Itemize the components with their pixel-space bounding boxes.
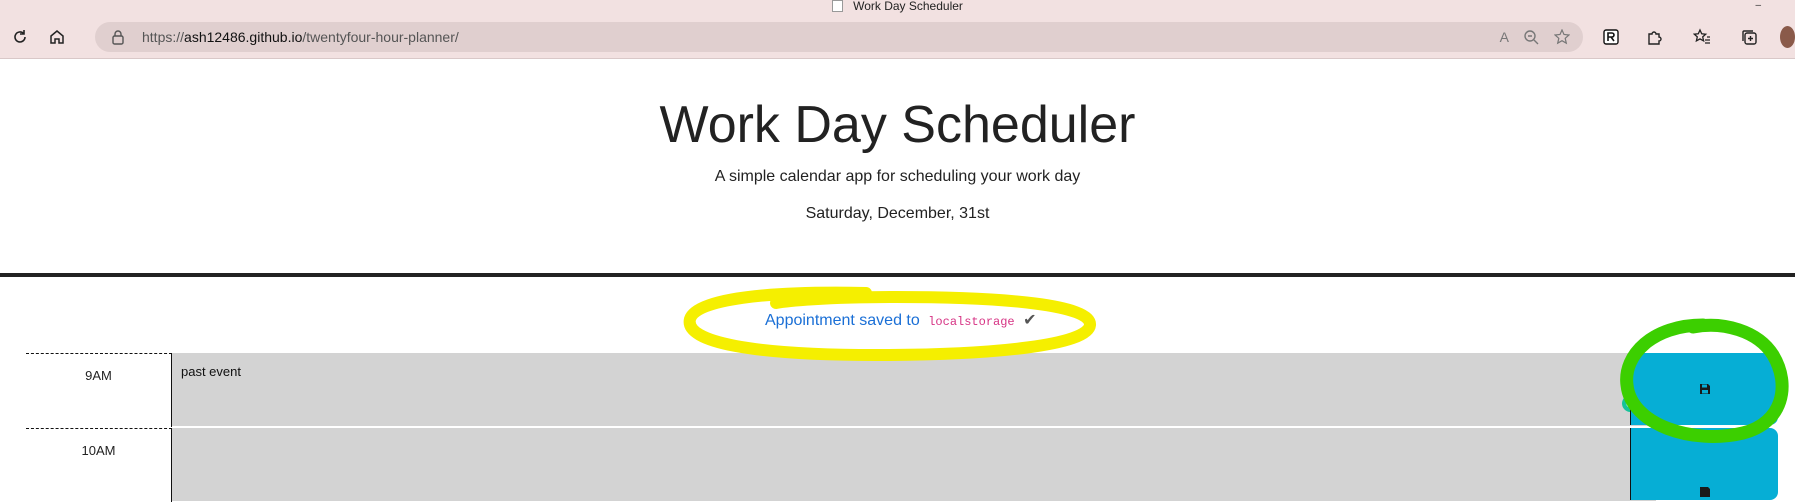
url-text: https://ash12486.github.io/twentyfour-ho…	[142, 29, 459, 45]
hour-label: 10AM	[26, 428, 172, 502]
r-extension-icon	[1603, 29, 1619, 45]
collections-icon	[1742, 30, 1757, 45]
minimize-button[interactable]: –	[1755, 0, 1761, 11]
hour-label: 9AM	[26, 353, 172, 427]
extensions-button[interactable]	[1642, 25, 1666, 49]
favorites-button[interactable]	[1690, 25, 1714, 49]
check-icon: ✔	[1023, 312, 1037, 329]
time-block-row: 10AM	[26, 428, 1778, 502]
event-text: past event	[181, 364, 241, 379]
favorites-icon	[1693, 28, 1710, 44]
save-button[interactable]	[1630, 353, 1778, 425]
page-lead: A simple calendar app for scheduling you…	[714, 168, 1081, 185]
url-path: /twentyfour-hour-planner/	[302, 29, 459, 45]
floppy-disk-icon	[1699, 487, 1710, 497]
home-icon	[50, 30, 64, 44]
page-header: Work Day Scheduler A simple calendar app…	[0, 60, 1795, 277]
favorite-add-icon[interactable]	[1553, 28, 1571, 48]
collections-button[interactable]	[1737, 25, 1761, 49]
url-prefix: https://	[142, 29, 185, 45]
saved-notice-code: localstorage	[928, 315, 1015, 329]
address-bar[interactable]: https://ash12486.github.io/twentyfour-ho…	[95, 22, 1583, 52]
window-title: Work Day Scheduler	[0, 0, 1795, 12]
refresh-icon	[14, 30, 26, 43]
floppy-disk-icon	[1699, 384, 1710, 394]
page-title: Work Day Scheduler	[659, 96, 1136, 154]
avatar	[1780, 26, 1795, 48]
profile-button[interactable]	[1780, 25, 1795, 49]
url-host: ash12486.github.io	[184, 29, 303, 45]
home-button[interactable]	[45, 25, 69, 49]
event-textarea[interactable]	[172, 428, 1656, 502]
event-textarea[interactable]: past event	[172, 353, 1656, 427]
refresh-button[interactable]	[8, 25, 32, 49]
browser-toolbar: https://ash12486.github.io/twentyfour-ho…	[0, 15, 1795, 59]
extension-r-button[interactable]	[1599, 25, 1623, 49]
window-title-text: Work Day Scheduler	[853, 0, 963, 13]
page-favicon-icon	[832, 0, 844, 12]
zoom-out-icon[interactable]	[1523, 29, 1539, 48]
window-titlebar: Work Day Scheduler –	[0, 0, 1795, 15]
lock-icon	[111, 29, 125, 50]
time-block-row: 9AM past event	[26, 353, 1778, 427]
saved-notice: Appointment saved to localstorage ✔	[765, 310, 1037, 330]
saved-notice-text: Appointment saved to	[765, 312, 920, 329]
current-day: Saturday, December, 31st	[805, 205, 990, 222]
save-button[interactable]	[1630, 428, 1778, 500]
read-aloud-icon[interactable]: A	[1500, 29, 1509, 45]
puzzle-icon	[1648, 31, 1662, 45]
